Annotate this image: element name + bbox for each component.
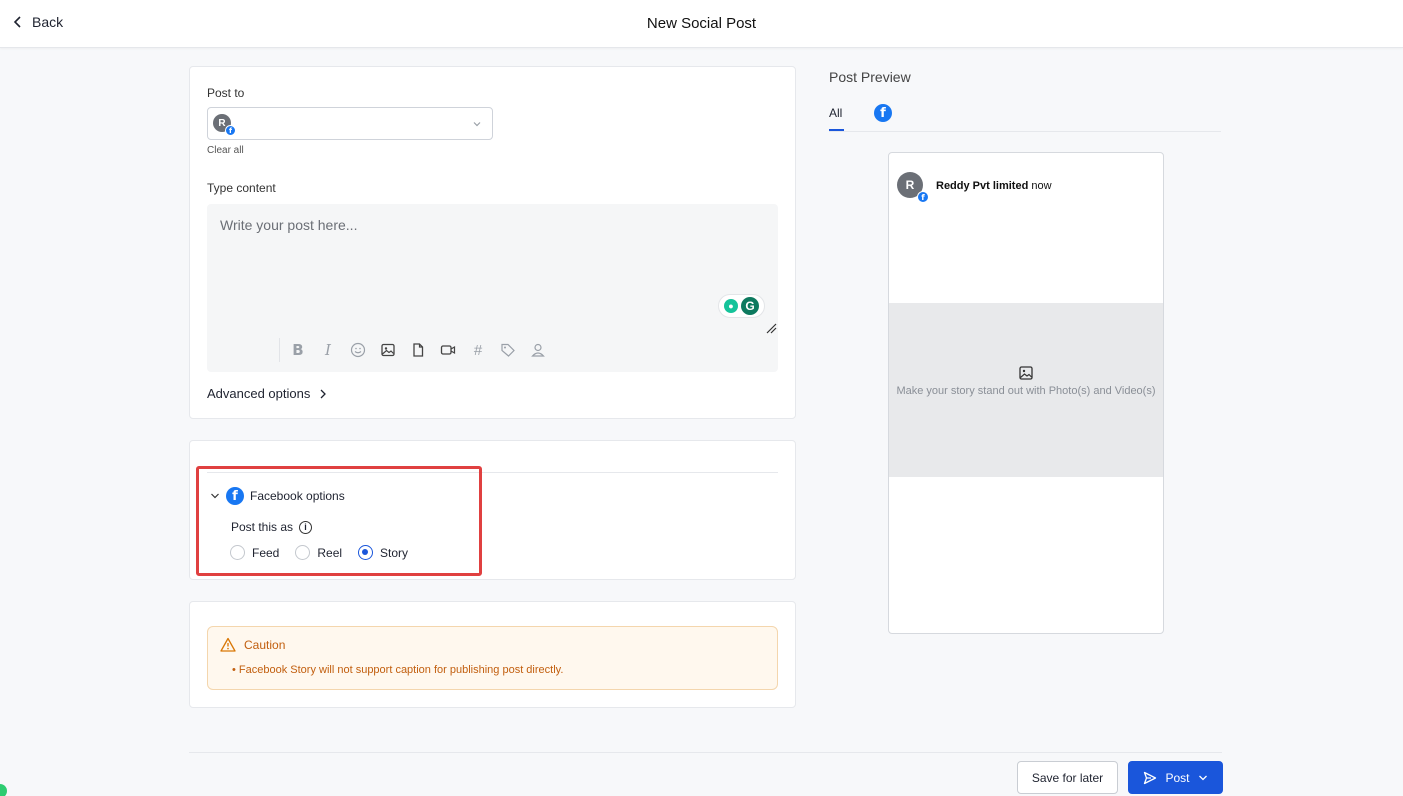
send-icon <box>1144 771 1157 784</box>
clear-all-link[interactable]: Clear all <box>207 145 244 156</box>
caution-message: • Facebook Story will not support captio… <box>232 664 564 676</box>
chevron-right-icon <box>320 389 327 398</box>
post-as-label: Post this as i <box>231 520 313 534</box>
chevron-down-icon[interactable] <box>1198 773 1208 783</box>
caution-alert: Caution • Facebook Story will not suppor… <box>207 626 778 690</box>
page-title: New Social Post <box>646 15 757 32</box>
document-icon[interactable] <box>409 341 427 359</box>
story-preview: R f Reddy Pvt limited now Make your stor… <box>888 152 1164 634</box>
warning-icon <box>220 637 236 652</box>
radio-label: Feed <box>252 545 280 560</box>
hashtag-icon[interactable]: # <box>469 341 487 359</box>
composer-card: Post to R f Clear all Type content Write… <box>189 66 796 419</box>
grammarly-widget[interactable]: ● G <box>718 294 765 318</box>
post-to-label: Post to <box>207 86 245 100</box>
image-icon <box>1019 366 1033 380</box>
radio-story[interactable]: Story <box>358 545 408 560</box>
chevron-down-icon <box>473 122 481 127</box>
lightbulb-icon: ● <box>724 299 738 313</box>
tab-all[interactable]: All <box>829 106 845 131</box>
facebook-tab-icon[interactable]: f <box>874 104 892 122</box>
radio-circle <box>295 545 311 560</box>
post-label: Post <box>1165 770 1190 785</box>
facebook-options-toggle[interactable]: f Facebook options <box>210 487 345 505</box>
facebook-options-title: Facebook options <box>250 489 345 503</box>
content-textarea[interactable]: Write your post here... ● G B I # <box>207 204 778 372</box>
radio-label: Reel <box>317 545 343 560</box>
preview-title: Post Preview <box>829 69 911 85</box>
content-placeholder: Write your post here... <box>220 217 358 233</box>
advanced-options-label: Advanced options <box>207 386 311 401</box>
radio-reel[interactable]: Reel <box>295 545 342 560</box>
user-mention-icon[interactable] <box>529 341 547 359</box>
advanced-options-toggle[interactable]: Advanced options <box>207 386 328 401</box>
radio-circle <box>230 545 245 560</box>
post-button[interactable]: Post <box>1128 761 1223 794</box>
facebook-badge-icon: f <box>225 125 236 136</box>
radio-feed[interactable]: Feed <box>230 545 279 560</box>
post-type-radio-group: Feed Reel Story <box>230 545 408 560</box>
facebook-badge-icon: f <box>917 191 929 203</box>
facebook-icon: f <box>226 487 244 505</box>
status-indicator <box>0 784 7 796</box>
media-placeholder-text: Make your story stand out with Photo(s) … <box>896 385 1156 397</box>
type-content-label: Type content <box>207 181 276 195</box>
radio-label: Story <box>380 545 409 560</box>
video-icon[interactable] <box>439 341 457 359</box>
top-bar: Back New Social Post <box>0 0 1403 48</box>
footer-divider <box>189 752 1222 753</box>
italic-icon[interactable]: I <box>319 341 337 359</box>
caution-title: Caution <box>244 638 286 652</box>
preview-tabs: All f <box>829 102 1221 132</box>
formatting-toolbar: B I # <box>207 332 778 372</box>
post-as-text: Post this as <box>231 520 294 534</box>
emoji-icon[interactable] <box>349 341 367 359</box>
caution-header: Caution <box>220 637 285 653</box>
preview-account: Reddy Pvt limited now <box>936 180 1052 192</box>
caution-message-text: Facebook Story will not support caption … <box>238 664 564 676</box>
media-placeholder: Make your story stand out with Photo(s) … <box>889 303 1163 477</box>
bold-icon[interactable]: B <box>289 341 307 359</box>
caution-card: Caution • Facebook Story will not suppor… <box>189 601 796 708</box>
grammarly-icon: G <box>741 297 759 315</box>
preview-time: now <box>1031 180 1052 192</box>
save-for-later-button[interactable]: Save for later <box>1017 761 1118 794</box>
chevron-down-icon <box>211 493 219 499</box>
account-select[interactable]: R f <box>207 107 493 140</box>
toolbar-divider <box>279 338 280 362</box>
preview-account-name: Reddy Pvt limited <box>936 180 1029 192</box>
image-icon[interactable] <box>379 341 397 359</box>
tag-icon[interactable] <box>499 341 517 359</box>
info-icon[interactable]: i <box>299 520 313 534</box>
facebook-options-section: f Facebook options Post this as i Feed R… <box>196 466 482 576</box>
radio-circle-selected <box>358 545 374 560</box>
